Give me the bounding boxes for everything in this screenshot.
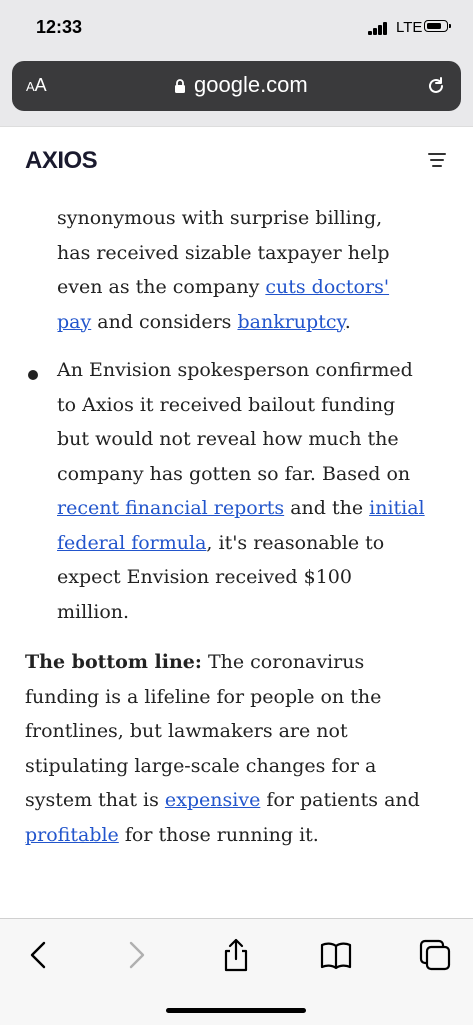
text-line: profitable for those running it. [25, 818, 465, 853]
link-profitable[interactable]: profitable [25, 824, 119, 846]
text-span: and the [284, 497, 370, 519]
network-type-label: LTE [396, 19, 423, 36]
address-bar[interactable]: AA google.com [12, 61, 461, 111]
text-line: even as the company cuts doctors' [57, 270, 457, 305]
text-line: stipulating large-scale changes for a [25, 754, 377, 777]
paragraph-envision-intro: synonymous with surprise billing, has re… [57, 201, 457, 339]
text-line: frontlines, but lawmakers are not [25, 720, 348, 742]
reload-icon[interactable] [426, 76, 446, 96]
text-line: but would not reveal how much the [57, 428, 399, 450]
battery-icon [424, 20, 451, 32]
axios-logo[interactable]: AXIOS [25, 147, 98, 175]
menu-icon[interactable] [428, 153, 446, 167]
text-span: for those running it. [118, 823, 319, 846]
text-line: company has gotten so far. Based on [57, 462, 411, 485]
text-line: federal formula, it's reasonable to [57, 526, 462, 561]
text-line: pay and considers bankruptcy. [57, 305, 457, 340]
text-line: The bottom line: The coronavirus [25, 645, 465, 680]
text-size-button[interactable]: AA [26, 75, 47, 96]
paragraph-bottom-line: The bottom line: The coronavirus funding… [25, 645, 465, 852]
text-line: An Envision spokesperson confirmed [57, 359, 413, 381]
home-indicator [166, 1008, 306, 1013]
status-time: 12:33 [36, 17, 83, 37]
text-line: has received sizable taxpayer help [57, 241, 390, 264]
cellular-signal-icon [368, 22, 390, 35]
text-line: recent financial reports and the initial [57, 491, 462, 526]
text-line: system that is expensive for patients an… [25, 783, 465, 818]
link-recent-financial-reports[interactable]: recent financial reports [57, 497, 284, 519]
bottom-line-lead: The bottom line: [25, 651, 202, 673]
paragraph-spokesperson: An Envision spokesperson confirmed to Ax… [57, 353, 462, 629]
link-bankruptcy[interactable]: bankruptcy [237, 311, 344, 333]
site-header: AXIOS [0, 126, 473, 192]
text-span: and considers [91, 310, 238, 333]
text-span: , it's reasonable to [206, 531, 385, 554]
text-span: . [344, 310, 351, 333]
text-span: for patients and [260, 789, 420, 811]
bullet-point [28, 370, 38, 380]
share-icon[interactable] [218, 937, 254, 973]
link-pay[interactable]: pay [57, 311, 91, 333]
text-line: to Axios it received bailout funding [57, 393, 396, 416]
back-icon[interactable] [22, 937, 58, 973]
link-federal-formula[interactable]: federal formula [57, 532, 206, 554]
web-page: AXIOS synonymous with surprise billing, … [0, 126, 473, 918]
url-text[interactable]: google.com [194, 72, 308, 98]
text-line: million. [57, 600, 130, 623]
text-span: system that is [25, 789, 165, 811]
text-span: The coronavirus [201, 651, 365, 673]
text-span: even as the company [57, 276, 266, 298]
link-cuts-doctors-pay[interactable]: cuts doctors' [265, 276, 389, 298]
status-bar: 12:33 LTE [0, 0, 473, 56]
bookmarks-icon[interactable] [318, 937, 354, 973]
text-line: synonymous with surprise billing, [57, 207, 383, 229]
lock-icon [175, 79, 185, 93]
tabs-icon[interactable] [417, 937, 453, 973]
link-initial-federal-formula[interactable]: initial [369, 497, 425, 519]
text-line: expect Envision received $100 [57, 566, 352, 588]
text-line: funding is a lifeline for people on the [25, 685, 382, 708]
forward-icon[interactable] [117, 937, 153, 973]
link-expensive[interactable]: expensive [165, 789, 260, 811]
